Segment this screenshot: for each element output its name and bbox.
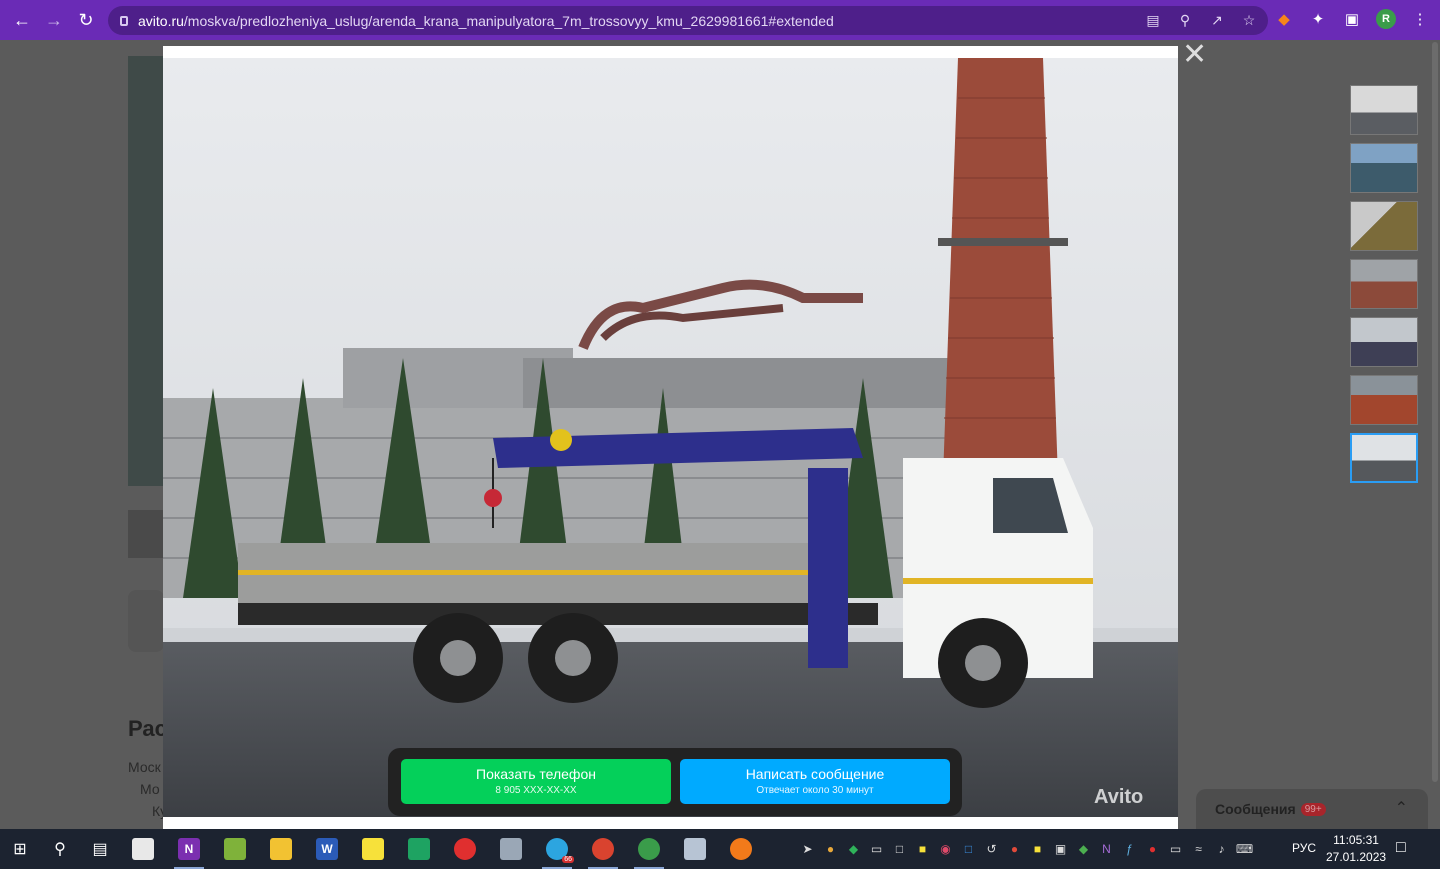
taskbar-yandex-icon[interactable] [442, 829, 488, 869]
tray-app-icon[interactable]: ● [1005, 840, 1024, 859]
tray-sticky-icon[interactable]: ■ [1028, 840, 1047, 859]
system-clock[interactable]: 11:05:31 27.01.2023 [1326, 832, 1386, 866]
task-view-icon[interactable]: ▤ [80, 829, 120, 869]
browser-menu-icon[interactable]: ⋮ [1410, 9, 1430, 29]
tray-onenote-icon[interactable]: N [1097, 840, 1116, 859]
show-phone-label: Показать телефон [476, 766, 596, 782]
tray-network-app-icon[interactable]: ◆ [1074, 840, 1093, 859]
tray-telegram-icon[interactable]: ➤ [798, 840, 817, 859]
forward-arrow-icon[interactable]: → [38, 4, 70, 36]
background-line-1: Моск [128, 759, 161, 775]
background-widget [128, 590, 164, 652]
battery-icon[interactable]: ▭ [1166, 840, 1185, 859]
background-line-2: Мо [140, 781, 160, 797]
messages-badge: 99+ [1300, 802, 1326, 816]
taskbar-notepad-icon[interactable] [212, 829, 258, 869]
tray-shield-icon[interactable]: ◆ [844, 840, 863, 859]
url-text[interactable]: avito.ru/moskva/predlozheniya_uslug/aren… [138, 13, 834, 29]
thumbnail-5[interactable] [1350, 317, 1418, 367]
write-message-button[interactable]: Написать сообщение Отвечает около 30 мин… [680, 759, 950, 804]
taskbar-telegram-icon[interactable]: 66 [534, 829, 580, 869]
url-path: /moskva/predlozheniya_uslug/arenda_krana… [183, 12, 834, 29]
tray-chrome-icon[interactable]: ● [821, 840, 840, 859]
masked-phone: 8 905 XXX-XX-XX [495, 785, 577, 796]
messages-widget[interactable]: Сообщения 99+ ⌃ [1196, 789, 1428, 829]
wifi-icon[interactable]: ≈ [1189, 840, 1208, 859]
taskbar-chrome-profile-icon[interactable] [626, 829, 672, 869]
thumbnail-4[interactable] [1350, 259, 1418, 309]
thumbnail-2[interactable] [1350, 143, 1418, 193]
close-viewer-icon[interactable]: ✕ [1182, 40, 1207, 70]
share-icon[interactable]: ↗ [1208, 11, 1226, 29]
thumbnail-1[interactable] [1350, 85, 1418, 135]
taskbar-sticky-notes-icon[interactable] [350, 829, 396, 869]
windows-start-icon[interactable]: ⊞ [0, 829, 40, 869]
volume-icon[interactable]: ♪ [1212, 840, 1231, 859]
lock-icon [120, 15, 128, 26]
messages-label: Сообщения [1215, 801, 1296, 817]
clock-date: 27.01.2023 [1326, 850, 1387, 864]
avito-watermark: Avito [1094, 786, 1144, 808]
thumbnail-6[interactable] [1350, 375, 1418, 425]
chevron-up-icon[interactable]: ⌃ [1395, 798, 1408, 818]
side-panel-icon[interactable]: ▣ [1342, 9, 1362, 29]
tray-notes-icon[interactable]: ■ [913, 840, 932, 859]
tray-yandex-icon[interactable]: ● [1143, 840, 1162, 859]
input-language[interactable]: РУС [1292, 841, 1316, 855]
address-bar[interactable]: avito.ru/moskva/predlozheniya_uslug/aren… [108, 6, 1268, 35]
clock-time: 11:05:31 [1333, 833, 1379, 847]
browser-toolbar: ← → ↻ avito.ru/moskva/predlozheniya_uslu… [0, 0, 1440, 40]
tray-window-icon[interactable]: ▣ [1051, 840, 1070, 859]
taskbar-firefox-icon[interactable] [718, 829, 764, 869]
show-phone-button[interactable]: Показать телефон 8 905 XXX-XX-XX [401, 759, 671, 804]
tray-document-icon[interactable]: □ [890, 840, 909, 859]
thumbnail-7-active[interactable] [1350, 433, 1418, 483]
tray-fx-icon[interactable]: ƒ [1120, 840, 1139, 859]
zoom-icon[interactable]: ⚲ [1176, 11, 1194, 29]
reply-time: Отвечает около 30 минут [756, 785, 874, 796]
reload-icon[interactable]: ↻ [70, 4, 102, 36]
back-arrow-icon[interactable]: ← [6, 4, 38, 36]
taskbar-file-icon[interactable] [120, 829, 166, 869]
taskbar-explorer-icon[interactable] [258, 829, 304, 869]
profile-avatar[interactable]: R [1376, 9, 1396, 29]
url-host: avito.ru [138, 12, 184, 29]
extensions-puzzle-icon[interactable]: ✦ [1308, 9, 1328, 29]
taskbar-onenote-icon[interactable]: N [166, 829, 212, 869]
bookmark-star-icon[interactable]: ☆ [1240, 11, 1258, 29]
background-thumb [128, 510, 164, 558]
search-icon[interactable]: ⚲ [40, 829, 80, 869]
contact-bar: Показать телефон 8 905 XXX-XX-XX Написат… [388, 748, 962, 816]
thumbnail-strip [1350, 85, 1418, 491]
taskbar-word-icon[interactable]: W [304, 829, 350, 869]
taskbar-app-icon[interactable] [488, 829, 534, 869]
tray-sync-icon[interactable]: ↺ [982, 840, 1001, 859]
photo-viewer [163, 46, 1178, 829]
truck-crane-photo [163, 58, 1178, 817]
tray-monitor-icon[interactable]: ▭ [867, 840, 886, 859]
background-photo-card [128, 56, 164, 486]
tray-capture-icon[interactable]: □ [959, 840, 978, 859]
thumbnail-3[interactable] [1350, 201, 1418, 251]
write-message-label: Написать сообщение [745, 766, 885, 782]
keyboard-icon[interactable]: ⌨ [1235, 840, 1254, 859]
metamask-extension-icon[interactable]: ◆ [1274, 9, 1294, 29]
taskbar-calculator-icon[interactable] [672, 829, 718, 869]
taskbar-sheets-icon[interactable] [396, 829, 442, 869]
translate-icon[interactable]: ▤ [1144, 11, 1162, 29]
notification-center-icon[interactable]: □ [1396, 839, 1406, 857]
windows-taskbar: ⊞ ⚲ ▤ N W 66 ➤ ● ◆ ▭ □ ■ ◉ □ ↺ ● ■ ▣ ◆ N… [0, 829, 1440, 869]
background-heading: Рас [128, 716, 167, 741]
taskbar-chrome-icon[interactable] [580, 829, 626, 869]
tray-record-icon[interactable]: ◉ [936, 840, 955, 859]
page-scrollbar[interactable] [1432, 42, 1438, 782]
telegram-badge: 66 [562, 856, 574, 863]
system-tray: ➤ ● ◆ ▭ □ ■ ◉ □ ↺ ● ■ ▣ ◆ N ƒ ● ▭ ≈ ♪ ⌨ [798, 829, 1254, 869]
